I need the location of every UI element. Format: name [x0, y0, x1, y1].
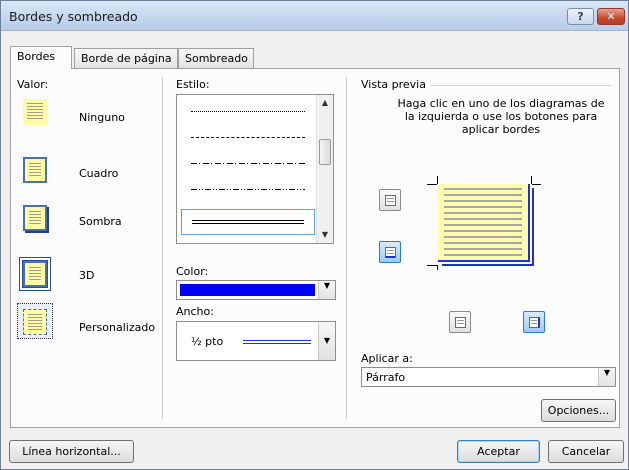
border-shadow-icon: [23, 205, 47, 231]
dialog-window: Bordes y sombreado ? ✕ Bordes Borde de p…: [0, 0, 629, 470]
divider: [346, 77, 347, 419]
valor-personalizado-button[interactable]: [17, 303, 53, 339]
color-select[interactable]: ▼: [176, 280, 336, 300]
valor-cuadro-button[interactable]: [17, 151, 53, 187]
border-bottom-button[interactable]: [379, 241, 401, 263]
border-top-icon: [385, 195, 396, 206]
chevron-down-icon: ▼: [603, 368, 611, 377]
style-option-dashed[interactable]: [181, 125, 315, 151]
preview-diagram[interactable]: [427, 176, 541, 270]
valor-label: Valor:: [17, 78, 49, 91]
chevron-down-icon: ▼: [323, 281, 331, 290]
title-bar[interactable]: Bordes y sombreado ? ✕: [1, 1, 628, 31]
ancho-value: ½ pto: [191, 335, 224, 348]
estilo-scrollbar[interactable]: ▲ ▼: [316, 95, 333, 243]
border-box-icon: [23, 157, 47, 183]
aplicar-select[interactable]: Párrafo ▼: [361, 367, 616, 387]
color-dropdown-button[interactable]: ▼: [318, 281, 335, 299]
valor-personalizado-label[interactable]: Personalizado: [79, 321, 155, 334]
ancho-label: Ancho:: [176, 305, 214, 318]
aplicar-label: Aplicar a:: [361, 352, 413, 365]
close-button[interactable]: ✕: [597, 8, 625, 25]
aplicar-dropdown-button[interactable]: ▼: [598, 368, 615, 386]
ancho-dropdown-button[interactable]: ▼: [318, 322, 335, 360]
tab-borde-de-pagina[interactable]: Borde de página: [74, 48, 178, 68]
tab-sombreado[interactable]: Sombreado: [178, 48, 254, 68]
border-left-icon: [455, 317, 466, 328]
divider: [162, 77, 163, 419]
border-bottom-icon: [385, 247, 396, 258]
valor-sombra-button[interactable]: [17, 199, 53, 235]
color-swatch: [180, 284, 315, 296]
style-option-double[interactable]: [181, 209, 315, 235]
opciones-button[interactable]: Opciones...: [541, 399, 616, 422]
valor-ninguno-button[interactable]: [17, 93, 53, 129]
border-top-button[interactable]: [379, 189, 401, 211]
help-icon: ?: [577, 10, 584, 23]
border-custom-icon: [23, 309, 47, 335]
style-option-dash-dot[interactable]: [181, 151, 315, 177]
border-right-button[interactable]: [523, 311, 545, 333]
estilo-listbox[interactable]: ▲ ▼: [176, 94, 334, 244]
scroll-thumb[interactable]: [319, 139, 331, 165]
aplicar-value: Párrafo: [366, 371, 406, 384]
style-option-dotted[interactable]: [181, 99, 315, 125]
close-icon: ✕: [606, 10, 616, 23]
chevron-down-icon: ▼: [323, 336, 331, 345]
border-3d-icon: [20, 258, 50, 290]
color-label: Color:: [176, 265, 209, 278]
preview-paragraph: [438, 184, 530, 262]
valor-cuadro-label[interactable]: Cuadro: [79, 167, 118, 180]
scroll-up-icon[interactable]: ▲: [319, 97, 331, 109]
valor-ninguno-label[interactable]: Ninguno: [79, 111, 125, 124]
ancho-select[interactable]: ½ pto ▼: [176, 321, 336, 361]
dialog-title: Bordes y sombreado: [9, 9, 138, 24]
aceptar-button[interactable]: Aceptar: [457, 440, 540, 463]
border-none-icon: [23, 99, 47, 125]
cancelar-button[interactable]: Cancelar: [548, 440, 624, 463]
valor-3d-button[interactable]: [17, 255, 53, 291]
help-button[interactable]: ?: [567, 8, 594, 25]
vista-previa-label: Vista previa: [361, 78, 426, 91]
linea-horizontal-button[interactable]: Línea horizontal...: [9, 440, 134, 463]
scroll-down-icon[interactable]: ▼: [319, 229, 331, 241]
valor-sombra-label[interactable]: Sombra: [79, 215, 122, 228]
estilo-label: Estilo:: [176, 78, 210, 91]
ancho-line-sample: [243, 340, 311, 344]
valor-3d-label[interactable]: 3D: [79, 269, 94, 282]
divider: [431, 85, 611, 86]
style-option-dash-dot-dot[interactable]: [181, 177, 315, 203]
border-left-button[interactable]: [449, 311, 471, 333]
border-right-icon: [529, 317, 540, 328]
tab-bordes[interactable]: Bordes: [10, 46, 72, 69]
preview-hint: Haga clic en uno de los diagramas de la …: [397, 97, 605, 136]
